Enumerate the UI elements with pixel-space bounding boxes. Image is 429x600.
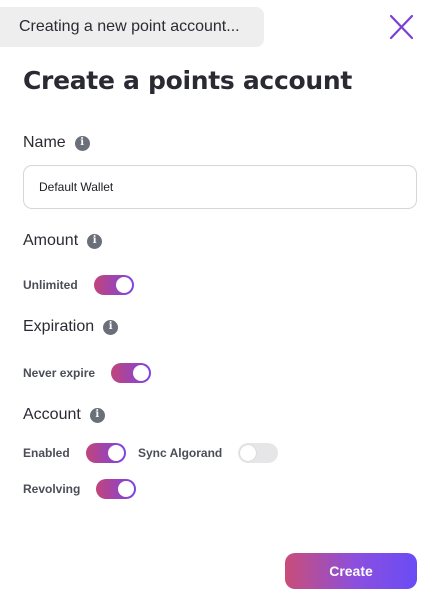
toggle-knob xyxy=(107,445,124,461)
status-text: Creating a new point account... xyxy=(19,18,240,35)
create-button[interactable]: Create xyxy=(285,553,417,589)
enabled-toggle-row: Enabled xyxy=(23,443,126,463)
unlimited-toggle-row: Unlimited xyxy=(23,275,134,295)
amount-section-label: Amount i xyxy=(23,232,103,250)
info-icon[interactable]: i xyxy=(89,407,105,423)
name-section-label: Name i xyxy=(23,134,90,152)
toggle-knob xyxy=(118,481,135,497)
account-label: Account xyxy=(23,406,81,423)
info-icon[interactable]: i xyxy=(87,233,103,249)
revolving-toggle[interactable] xyxy=(96,479,137,499)
sync-algorand-label: Sync Algorand xyxy=(138,446,223,460)
revolving-toggle-row: Revolving xyxy=(23,479,137,499)
never-expire-toggle[interactable] xyxy=(111,363,152,383)
toggle-knob xyxy=(240,445,257,461)
status-message: Creating a new point account... xyxy=(0,7,264,47)
enabled-label: Enabled xyxy=(23,446,70,460)
unlimited-label: Unlimited xyxy=(23,278,78,292)
account-section-label: Account i xyxy=(23,406,105,424)
never-expire-label: Never expire xyxy=(23,366,96,380)
toggle-knob xyxy=(133,365,150,381)
page-title: Create a points account xyxy=(23,66,352,95)
revolving-label: Revolving xyxy=(23,482,81,496)
expiration-label: Expiration xyxy=(23,318,95,335)
info-icon[interactable]: i xyxy=(74,135,90,151)
expiration-section-label: Expiration i xyxy=(23,318,119,336)
close-button[interactable] xyxy=(387,13,415,41)
enabled-toggle[interactable] xyxy=(85,443,126,463)
info-icon[interactable]: i xyxy=(103,319,119,335)
toggle-knob xyxy=(115,277,132,293)
close-icon xyxy=(389,14,414,40)
amount-label: Amount xyxy=(23,232,79,249)
sync-algorand-toggle-row: Sync Algorand xyxy=(138,443,279,463)
never-expire-toggle-row: Never expire xyxy=(23,363,152,383)
sync-algorand-toggle[interactable] xyxy=(238,443,279,463)
unlimited-toggle[interactable] xyxy=(93,275,134,295)
name-label: Name xyxy=(23,134,66,151)
name-input[interactable] xyxy=(23,165,417,209)
